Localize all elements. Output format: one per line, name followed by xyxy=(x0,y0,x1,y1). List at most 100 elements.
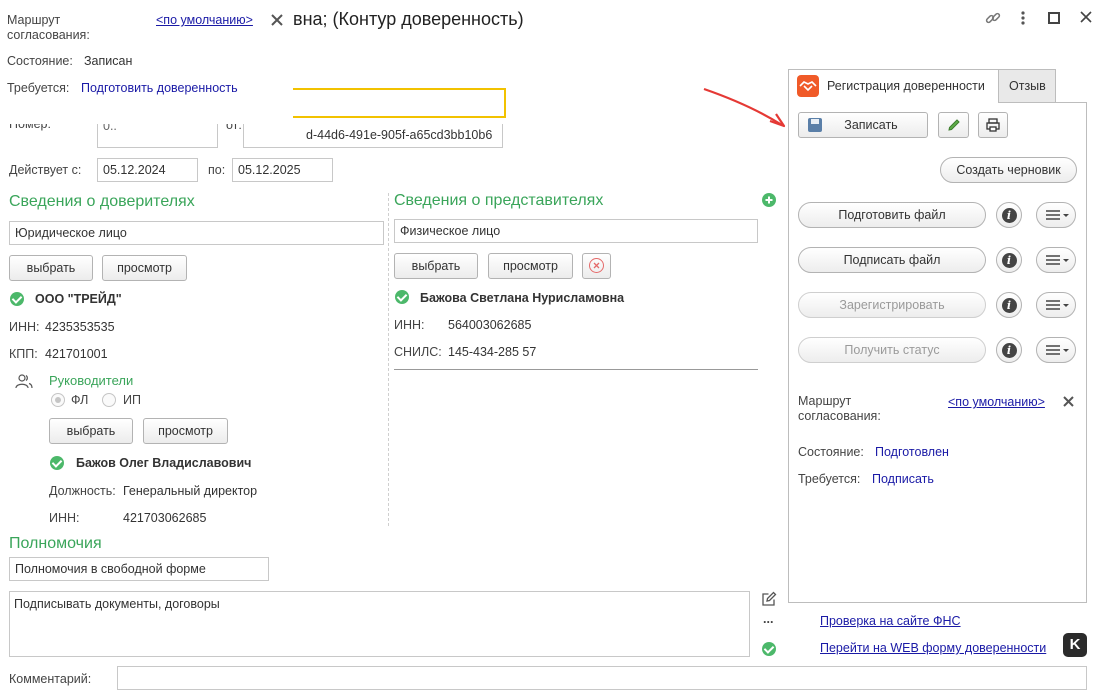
radio-fl-label: ФЛ xyxy=(71,393,89,407)
valid-to-field[interactable]: 05.12.2025 xyxy=(232,158,333,182)
register-button[interactable]: Зарегистрировать xyxy=(798,292,986,318)
head-position-value: Генеральный директор xyxy=(123,484,258,498)
principal-view-button[interactable]: просмотр xyxy=(102,255,187,281)
principals-title: Сведения о доверителях xyxy=(9,193,195,210)
number-field[interactable]: 0.. xyxy=(97,124,218,148)
guid-field[interactable]: d-44d6-491e-905f-a65cd3bb10b6 xyxy=(243,124,503,148)
route-link[interactable]: <по умолчанию> xyxy=(948,395,1045,409)
heads-title: Руководители xyxy=(49,373,134,388)
required-label: Требуется: xyxy=(798,472,861,486)
powers-text: Подписывать документы, договоры xyxy=(14,597,220,611)
head-position-label: Должность: xyxy=(49,484,116,498)
number-value: 0.. xyxy=(103,124,117,133)
representative-view-button[interactable]: просмотр xyxy=(488,253,573,279)
popup-state-label: Состояние: xyxy=(7,54,73,68)
principal-check-icon xyxy=(10,292,24,306)
representative-delete-button[interactable] xyxy=(582,253,611,279)
tab-registration[interactable]: Регистрация доверенности xyxy=(788,69,999,103)
route-clear-icon[interactable] xyxy=(1062,395,1075,408)
get-status-info-button[interactable]: i xyxy=(996,337,1022,363)
pencil-icon xyxy=(946,117,962,141)
representative-select-button[interactable]: выбрать xyxy=(394,253,478,279)
principal-kpp-label: КПП: xyxy=(9,347,38,361)
popup-route-label: Маршрут согласования: xyxy=(7,13,90,42)
highlighted-field[interactable] xyxy=(293,88,506,118)
menu-icon xyxy=(1046,345,1069,355)
powers-title: Полномочия xyxy=(9,535,102,552)
popup-required-label: Требуется: xyxy=(7,81,70,95)
representative-inn-value: 564003062685 xyxy=(448,318,532,332)
save-button[interactable]: Записать xyxy=(798,112,928,138)
menu-icon xyxy=(1046,210,1069,220)
info-icon: i xyxy=(1001,343,1017,359)
principal-inn-value: 4235353535 xyxy=(45,320,115,334)
principal-select-button[interactable]: выбрать xyxy=(9,255,93,281)
save-icon xyxy=(808,118,822,132)
state-label: Состояние: xyxy=(798,445,864,459)
prepare-file-info-button[interactable]: i xyxy=(996,202,1022,228)
representative-check-icon xyxy=(395,290,409,304)
head-inn-label: ИНН: xyxy=(49,511,80,525)
route-label: Маршрут согласования: xyxy=(798,394,881,423)
head-view-button[interactable]: просмотр xyxy=(143,418,228,444)
users-icon xyxy=(15,373,33,389)
powers-check-icon xyxy=(762,642,776,656)
prepare-file-button[interactable]: Подготовить файл xyxy=(798,202,986,228)
edit-powers-icon[interactable] xyxy=(761,591,777,607)
head-select-button[interactable]: выбрать xyxy=(49,418,133,444)
close-icon[interactable] xyxy=(1078,9,1094,25)
add-representative-icon[interactable] xyxy=(762,193,776,207)
web-form-link[interactable]: Перейти на WEB форму доверенности xyxy=(820,641,1046,655)
window-title: вна; (Контур доверенность) xyxy=(293,9,524,29)
delete-icon xyxy=(589,258,604,273)
representatives-title: Сведения о представителях xyxy=(394,192,604,209)
check-fns-link[interactable]: Проверка на сайте ФНС xyxy=(820,614,961,628)
popup-route-clear-icon[interactable] xyxy=(270,13,284,27)
get-status-button[interactable]: Получить статус xyxy=(798,337,986,363)
prepare-file-menu-button[interactable] xyxy=(1036,202,1076,228)
register-info-button[interactable]: i xyxy=(996,292,1022,318)
register-menu-button[interactable] xyxy=(1036,292,1076,318)
popup-required-link[interactable]: Подготовить доверенность xyxy=(81,81,238,95)
sign-file-info-button[interactable]: i xyxy=(996,247,1022,273)
printer-icon xyxy=(985,117,1001,141)
radio-ip-label: ИП xyxy=(123,393,141,407)
tab-revocation[interactable]: Отзыв xyxy=(998,69,1056,103)
kontur-logo-letter: K xyxy=(1069,636,1081,653)
create-draft-button[interactable]: Создать черновик xyxy=(940,157,1077,183)
link-icon[interactable] xyxy=(984,9,1002,27)
valid-from-field[interactable]: 05.12.2024 xyxy=(97,158,198,182)
arrow-annotation-icon xyxy=(700,84,790,134)
popup-route-link[interactable]: <по умолчанию> xyxy=(156,13,253,27)
principal-type-select[interactable]: Юридическое лицо xyxy=(9,221,384,245)
head-inn-value: 421703062685 xyxy=(123,511,207,525)
radio-fl[interactable] xyxy=(51,393,65,407)
tab-revocation-label: Отзыв xyxy=(1009,79,1046,93)
get-status-menu-button[interactable] xyxy=(1036,337,1076,363)
powers-textarea[interactable]: Подписывать документы, договоры xyxy=(9,591,750,657)
maximize-icon[interactable] xyxy=(1048,12,1060,24)
info-icon: i xyxy=(1001,298,1017,314)
kontur-logo-icon[interactable]: K xyxy=(1063,633,1087,657)
print-button[interactable] xyxy=(978,112,1008,138)
edit-button[interactable] xyxy=(938,112,969,138)
comment-field[interactable] xyxy=(117,666,1087,690)
required-link[interactable]: Подписать xyxy=(872,472,934,486)
representative-inn-label: ИНН: xyxy=(394,318,425,332)
radio-ip[interactable] xyxy=(102,393,116,407)
representative-snils-value: 145-434-285 57 xyxy=(448,345,537,359)
sign-file-menu-button[interactable] xyxy=(1036,247,1076,273)
sign-file-button[interactable]: Подписать файл xyxy=(798,247,986,273)
powers-more-button[interactable]: ... xyxy=(763,612,773,626)
popup-state-value: Записан xyxy=(84,54,133,68)
column-divider xyxy=(388,193,389,526)
guid-value: d-44d6-491e-905f-a65cd3bb10b6 xyxy=(306,128,493,142)
state-value: Подготовлен xyxy=(875,445,949,459)
guid-label-fragment: от: xyxy=(226,124,242,132)
side-panel: Записать Создать черновик Подготовить фа… xyxy=(788,102,1087,603)
info-icon: i xyxy=(1001,208,1017,224)
powers-type-select[interactable]: Полномочия в свободной форме xyxy=(9,557,269,581)
tab-registration-label: Регистрация доверенности xyxy=(827,79,985,93)
representative-type-select[interactable]: Физическое лицо xyxy=(394,219,758,243)
more-icon[interactable] xyxy=(1016,9,1030,27)
